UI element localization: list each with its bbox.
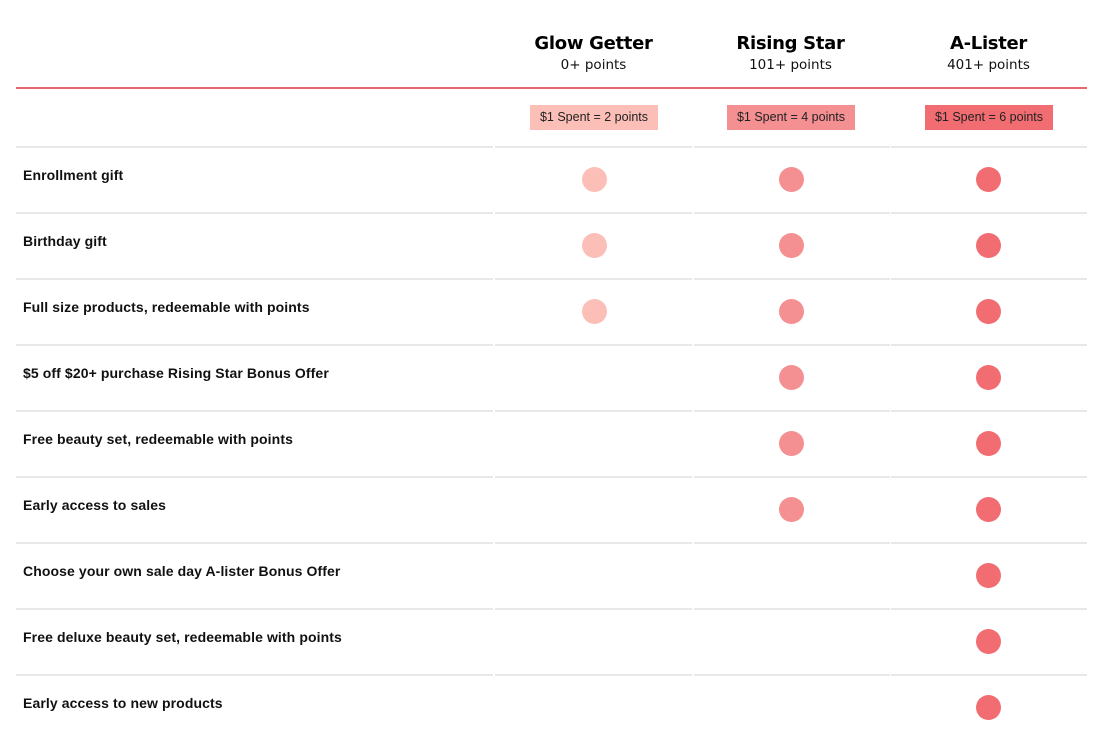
benefit-row: Early access to new products: [16, 674, 1087, 740]
benefit-label: Free deluxe beauty set, redeemable with …: [23, 629, 342, 645]
row-divider: [495, 212, 692, 214]
benefit-row: Early access to sales: [16, 476, 1087, 542]
earn-rate-badge-a-lister: $1 Spent = 6 points: [925, 105, 1053, 130]
tier-header-a-lister: A-Lister 401+ points: [890, 33, 1087, 74]
included-dot-icon-a-lister: [976, 299, 1001, 324]
benefit-row: Choose your own sale day A-lister Bonus …: [16, 542, 1087, 608]
row-divider: [495, 674, 692, 676]
included-dot-icon-glow-getter: [582, 233, 607, 258]
row-divider: [495, 542, 692, 544]
row-divider: [694, 674, 890, 676]
row-divider: [495, 410, 692, 412]
row-divider: [16, 542, 493, 544]
included-dot-icon-rising-star: [779, 497, 804, 522]
benefit-row: Full size products, redeemable with poin…: [16, 278, 1087, 344]
included-dot-icon-a-lister: [976, 695, 1001, 720]
row-divider: [694, 608, 890, 610]
row-divider: [891, 146, 1087, 148]
tier-header-rising-star: Rising Star 101+ points: [692, 33, 889, 74]
included-dot-icon-a-lister: [976, 497, 1001, 522]
included-dot-icon-a-lister: [976, 431, 1001, 456]
benefit-label: Birthday gift: [23, 233, 107, 249]
row-divider: [694, 476, 890, 478]
row-divider: [16, 674, 493, 676]
tier-header-glow-getter: Glow Getter 0+ points: [495, 33, 692, 74]
included-dot-icon-a-lister: [976, 233, 1001, 258]
tier-points-threshold: 0+ points: [560, 57, 627, 73]
row-divider: [16, 410, 493, 412]
row-divider: [694, 278, 890, 280]
earn-rate-badge-rising-star: $1 Spent = 4 points: [727, 105, 855, 130]
benefit-label: $5 off $20+ purchase Rising Star Bonus O…: [23, 365, 329, 381]
tier-name: Rising Star: [736, 33, 845, 54]
row-divider: [694, 542, 890, 544]
included-dot-icon-a-lister: [976, 563, 1001, 588]
header-divider: [16, 87, 1087, 89]
row-divider: [16, 476, 493, 478]
included-dot-icon-rising-star: [779, 233, 804, 258]
row-divider: [891, 542, 1087, 544]
included-dot-icon-a-lister: [976, 629, 1001, 654]
row-divider: [694, 410, 890, 412]
row-divider: [16, 608, 493, 610]
benefit-row: Enrollment gift: [16, 146, 1087, 212]
included-dot-icon-rising-star: [779, 365, 804, 390]
benefit-label: Early access to new products: [23, 695, 223, 711]
row-divider: [891, 344, 1087, 346]
row-divider: [16, 146, 493, 148]
row-divider: [495, 344, 692, 346]
tier-name: Glow Getter: [534, 33, 653, 54]
row-divider: [495, 476, 692, 478]
row-divider: [891, 410, 1087, 412]
benefit-label: Free beauty set, redeemable with points: [23, 431, 293, 447]
benefit-row: $5 off $20+ purchase Rising Star Bonus O…: [16, 344, 1087, 410]
row-divider: [495, 146, 692, 148]
row-divider: [16, 278, 493, 280]
included-dot-icon-glow-getter: [582, 299, 607, 324]
row-divider: [891, 608, 1087, 610]
benefit-label: Early access to sales: [23, 497, 166, 513]
row-divider: [16, 212, 493, 214]
benefit-row: Free beauty set, redeemable with points: [16, 410, 1087, 476]
row-divider: [891, 476, 1087, 478]
row-divider: [694, 146, 890, 148]
benefit-label: Full size products, redeemable with poin…: [23, 299, 310, 315]
row-divider: [16, 344, 493, 346]
included-dot-icon-rising-star: [779, 431, 804, 456]
tier-points-threshold: 101+ points: [749, 57, 832, 73]
row-divider: [495, 608, 692, 610]
included-dot-icon-a-lister: [976, 365, 1001, 390]
row-divider: [694, 344, 890, 346]
included-dot-icon-a-lister: [976, 167, 1001, 192]
benefit-label: Choose your own sale day A-lister Bonus …: [23, 563, 341, 579]
included-dot-icon-rising-star: [779, 299, 804, 324]
included-dot-icon-glow-getter: [582, 167, 607, 192]
included-dot-icon-rising-star: [779, 167, 804, 192]
row-divider: [891, 278, 1087, 280]
benefit-row: Free deluxe beauty set, redeemable with …: [16, 608, 1087, 674]
benefit-row: Birthday gift: [16, 212, 1087, 278]
earn-rate-badge-glow-getter: $1 Spent = 2 points: [530, 105, 658, 130]
tier-points-threshold: 401+ points: [947, 57, 1030, 73]
tier-name: A-Lister: [949, 33, 1028, 54]
row-divider: [891, 212, 1087, 214]
row-divider: [694, 212, 890, 214]
row-divider: [495, 278, 692, 280]
benefit-label: Enrollment gift: [23, 167, 124, 183]
row-divider: [891, 674, 1087, 676]
